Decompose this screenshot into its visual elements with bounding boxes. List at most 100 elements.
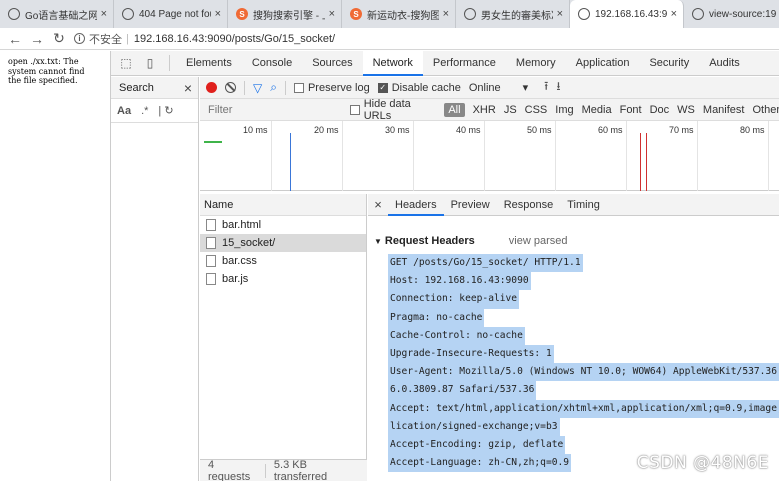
filter-input[interactable]: [204, 101, 350, 118]
domcontentloaded-marker: [290, 133, 291, 191]
header-line: Connection: keep-alive: [388, 290, 779, 309]
filter-type-all[interactable]: All: [444, 102, 465, 117]
search-icon[interactable]: ⌕: [270, 80, 277, 95]
filter-type-media[interactable]: Media: [582, 104, 612, 116]
close-icon[interactable]: ×: [184, 80, 192, 96]
header-line-text: lication/signed-exchange;v=b3: [388, 417, 560, 437]
tab-console[interactable]: Console: [242, 51, 302, 76]
filter-type-img[interactable]: Img: [555, 104, 573, 116]
reload-icon: ↻: [53, 30, 65, 46]
match-case-toggle[interactable]: Aa: [117, 105, 131, 117]
sogou-icon: S: [350, 8, 362, 20]
tab-title: 404 Page not found: [139, 8, 211, 20]
browser-tab[interactable]: Go语言基础之网络 ×: [0, 0, 114, 28]
clear-icon[interactable]: [225, 82, 236, 93]
browser-tab[interactable]: 192.168.16.43:9090 ×: [570, 0, 684, 28]
header-line-text: 6.0.3809.87 Safari/537.36: [388, 381, 537, 400]
throttle-select[interactable]: Online ▾: [469, 81, 528, 95]
error-line: system cannot find: [8, 66, 85, 76]
table-row[interactable]: 15_socket/: [200, 234, 366, 252]
inspect-element-icon[interactable]: ⬚: [117, 54, 135, 72]
sogou-icon: S: [236, 8, 248, 20]
tab-title: 男女生的審美标准: [481, 10, 553, 22]
table-row[interactable]: bar.js: [200, 270, 366, 288]
url-text[interactable]: 192.168.16.43:9090/posts/Go/15_socket/: [134, 33, 335, 45]
header-line-text: GET /posts/Go/15_socket/ HTTP/1.1: [388, 254, 583, 273]
watermark: CSDN @48N6E: [636, 453, 769, 473]
filter-icon[interactable]: ▽: [253, 81, 262, 95]
reload-button[interactable]: ↻: [48, 29, 70, 49]
close-icon[interactable]: ×: [443, 8, 449, 20]
toolbar-divider: [244, 80, 245, 95]
globe-icon: [464, 8, 476, 20]
refresh-icon[interactable]: | ↻: [158, 104, 173, 117]
address-bar[interactable]: i 不安全 | 192.168.16.43:9090/posts/Go/15_s…: [74, 31, 335, 47]
raw-request-headers[interactable]: GET /posts/Go/15_socket/ HTTP/1.1 Host: 1…: [388, 254, 779, 473]
timeline-tick-label: 10 ms: [243, 125, 268, 135]
header-line-text: Accept: text/html,application/xhtml+xml,…: [388, 399, 779, 418]
tab-memory[interactable]: Memory: [506, 51, 566, 76]
tab-timing[interactable]: Timing: [560, 194, 607, 216]
request-headers-section[interactable]: ▼ Request Headers view parsed: [374, 235, 568, 247]
search-label[interactable]: Search: [119, 82, 154, 94]
browser-tab[interactable]: view-source:19×: [684, 0, 779, 28]
tab-security[interactable]: Security: [639, 51, 699, 76]
close-icon[interactable]: ×: [101, 8, 107, 20]
tab-performance[interactable]: Performance: [423, 51, 506, 76]
globe-icon: [578, 8, 590, 20]
filter-type-doc[interactable]: Doc: [650, 104, 670, 116]
load-marker: [640, 133, 641, 191]
filter-type-js[interactable]: JS: [504, 104, 517, 116]
back-button[interactable]: ←: [4, 29, 26, 49]
view-parsed-link[interactable]: view parsed: [509, 235, 568, 247]
forward-button[interactable]: →: [26, 29, 48, 49]
tab-response[interactable]: Response: [497, 194, 561, 216]
filter-type-manifest[interactable]: Manifest: [703, 104, 745, 116]
browser-tab[interactable]: S 搜狗搜索引擎 - 上网 ×: [228, 0, 342, 28]
filter-type-css[interactable]: CSS: [525, 104, 548, 116]
filter-type-xhr[interactable]: XHR: [473, 104, 496, 116]
tab-sources[interactable]: Sources: [302, 51, 362, 76]
tab-network[interactable]: Network: [362, 50, 423, 76]
header-line: 6.0.3809.87 Safari/537.36: [388, 381, 779, 400]
record-button[interactable]: [206, 82, 217, 93]
tab-preview[interactable]: Preview: [444, 194, 497, 216]
header-line-text: Upgrade-Insecure-Requests: 1: [388, 345, 554, 364]
hide-data-urls-checkbox[interactable]: Hide data URLs: [350, 98, 438, 122]
export-har-icon[interactable]: ⭳: [556, 77, 560, 98]
tab-audits[interactable]: Audits: [699, 51, 750, 76]
checkbox-icon: [293, 82, 304, 93]
header-line-text: Host: 192.168.16.43:9090: [388, 272, 531, 291]
disable-cache-label: Disable cache: [391, 81, 461, 94]
filter-type-ws[interactable]: WS: [677, 104, 695, 116]
request-list: Name bar.html 15_socket/bar.css bar.js 4 r…: [200, 194, 367, 481]
browser-tab[interactable]: S 新运动衣-搜狗图片 ×: [342, 0, 456, 28]
table-row[interactable]: bar.css: [200, 252, 366, 270]
close-icon[interactable]: ×: [329, 8, 335, 20]
tab-application[interactable]: Application: [566, 51, 640, 76]
device-toolbar-icon[interactable]: ▯: [141, 54, 159, 72]
tab-headers[interactable]: Headers: [388, 194, 444, 216]
tab-elements[interactable]: Elements: [176, 51, 242, 76]
timeline-gridline: [413, 121, 414, 191]
network-toolbar: ▽ ⌕ Preserve log ✓ Disable cache Online …: [200, 77, 779, 99]
regex-toggle[interactable]: .*: [141, 105, 148, 117]
waterfall-bar: [204, 141, 222, 143]
disable-cache-checkbox[interactable]: ✓ Disable cache: [377, 81, 461, 94]
close-icon[interactable]: ×: [671, 8, 677, 20]
header-line: Accept: text/html,application/xhtml+xml,…: [388, 399, 779, 418]
filter-type-other[interactable]: Other: [752, 104, 779, 116]
table-row[interactable]: bar.html: [200, 216, 366, 234]
filter-type-font[interactable]: Font: [620, 104, 642, 116]
request-count: 4 requests: [208, 458, 251, 481]
close-icon[interactable]: ×: [215, 8, 221, 20]
browser-tab[interactable]: 男女生的審美标准 ×: [456, 0, 570, 28]
close-icon[interactable]: ×: [368, 197, 388, 212]
close-icon[interactable]: ×: [557, 8, 563, 20]
preserve-log-checkbox[interactable]: Preserve log: [293, 82, 370, 94]
network-overview: 10 ms 20 ms 30 ms 40 ms 50 ms 60 ms 70 ms 80 ms: [200, 121, 779, 191]
info-icon[interactable]: i: [74, 33, 85, 44]
browser-tab[interactable]: 404 Page not found ×: [114, 0, 228, 28]
name-column-header[interactable]: Name: [200, 194, 366, 216]
import-har-icon[interactable]: ⭱: [544, 77, 548, 98]
